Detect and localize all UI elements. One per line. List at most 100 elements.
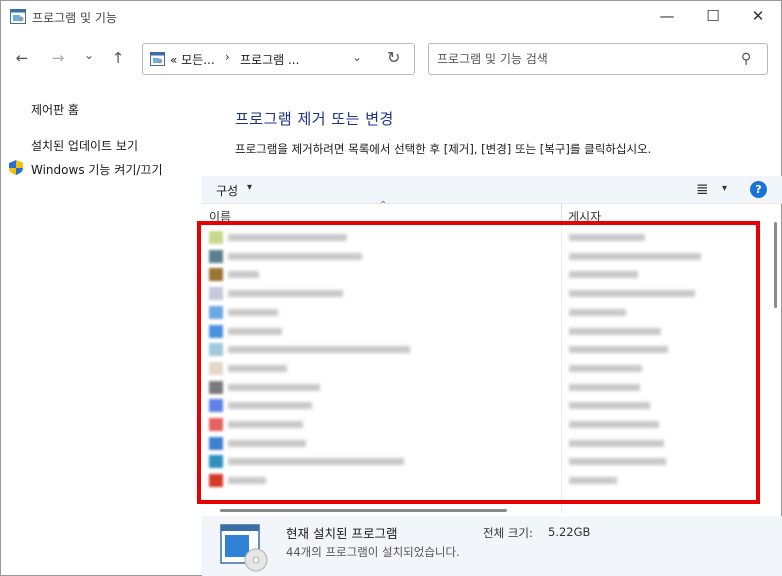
program-name-blurred [228,308,278,316]
page-title: 프로그램 제거 또는 변경 [235,110,394,128]
program-row[interactable] [202,266,772,283]
sidebar-item-control-panel-home[interactable]: 제어판 홈 [31,101,79,118]
search-input[interactable] [437,50,727,68]
program-name-blurred [228,402,312,410]
title-bar: 프로그램 및 기능 — ☐ ✕ [1,1,781,33]
scrollbar-thumb[interactable] [774,222,777,308]
program-row[interactable] [202,248,772,265]
program-row[interactable] [202,285,772,302]
program-row[interactable] [202,304,772,321]
installed-programs-title: 현재 설치된 프로그램 [286,526,398,541]
address-bar[interactable]: « 모든... › 프로그램 ... ⌄ ↻ [142,43,415,75]
program-icon [209,324,223,338]
details-pane: 현재 설치된 프로그램 44개의 프로그램이 설치되었습니다. 전체 크기: 5… [202,516,782,576]
program-publisher-blurred [569,234,645,241]
horizontal-scrollbar-thumb[interactable] [220,509,507,512]
program-icon [209,249,223,263]
program-row[interactable] [202,360,772,377]
program-icon [209,436,223,450]
program-name-blurred [228,383,320,391]
program-name-blurred [228,458,404,466]
up-button[interactable]: ↑ [107,47,129,69]
sidebar-item-installed-updates[interactable]: 설치된 업데이트 보기 [31,137,138,154]
program-name-blurred [228,327,282,335]
program-row[interactable] [202,323,772,340]
organize-caret-icon[interactable]: ▾ [247,182,252,193]
program-name-blurred [228,421,303,428]
installed-programs-count: 44개의 프로그램이 설치되었습니다. [286,545,460,559]
program-row[interactable] [202,416,772,433]
sort-ascending-icon: ⌃ [379,200,388,211]
sidebar-item-windows-features[interactable]: Windows 기능 켜기/끄기 [31,161,162,178]
forward-button[interactable]: → [47,47,69,69]
view-options-icon[interactable]: ≣ [696,180,709,198]
program-publisher-blurred [569,383,640,391]
recent-locations-button[interactable]: ⌄ [78,44,100,66]
programs-and-features-window: 프로그램 및 기능 — ☐ ✕ ← → ⌄ ↑ « 모든... › 프로그램 .… [0,0,782,576]
page-description: 프로그램을 제거하려면 목록에서 선택한 후 [제거], [변경] 또는 [복구… [235,142,652,156]
view-caret-icon[interactable]: ▾ [722,183,727,194]
program-row[interactable] [202,229,772,246]
program-publisher-blurred [569,402,650,410]
minimize-button[interactable]: — [644,1,690,31]
program-publisher-blurred [569,290,695,298]
program-publisher-blurred [569,477,617,485]
program-publisher-blurred [569,346,668,354]
program-name-blurred [228,364,287,372]
search-box[interactable]: ⚲ [428,43,768,75]
window-title: 프로그램 및 기능 [32,11,117,25]
installed-programs-icon [220,524,268,572]
program-publisher-blurred [569,271,638,279]
control-panel-icon [10,9,26,24]
program-name-blurred [228,477,266,485]
program-publisher-blurred [569,252,701,260]
program-name-blurred [228,252,362,260]
program-icon [209,455,223,469]
column-divider[interactable] [561,204,562,221]
sidebar: 제어판 홈 설치된 업데이트 보기 Windows 기능 켜기/끄기 [1,85,201,575]
program-row[interactable] [202,379,772,396]
command-toolbar: 구성 ▾ ≣ ▾ ? [202,176,782,204]
program-row[interactable] [202,453,772,470]
control-panel-icon [150,52,165,66]
program-publisher-blurred [569,458,666,466]
program-icon [209,418,223,431]
program-icon [209,380,223,394]
program-icon [209,474,223,488]
program-icon [209,399,223,413]
breadcrumb-separator-icon: › [225,50,230,64]
vertical-scrollbar[interactable] [771,204,781,512]
help-icon[interactable]: ? [750,181,767,198]
column-header-row: ⌃ 이름 게시자 [202,200,772,224]
program-name-blurred [228,234,347,241]
program-publisher-blurred [569,327,661,335]
program-icon [209,287,223,301]
maximize-button[interactable]: ☐ [690,1,736,31]
breadcrumb-all-items[interactable]: « 모든... [170,51,215,68]
program-name-blurred [228,271,259,279]
program-icon [209,343,223,357]
search-icon[interactable]: ⚲ [741,51,751,67]
total-size-value: 5.22GB [548,525,591,539]
program-row[interactable] [202,397,772,414]
total-size-label: 전체 크기: [483,526,533,540]
program-name-blurred [228,439,306,447]
program-icon [209,231,223,244]
address-dropdown-icon[interactable]: ⌄ [352,50,362,64]
program-publisher-blurred [569,308,626,316]
program-publisher-blurred [569,421,659,428]
program-icon [209,361,223,375]
program-row[interactable] [202,341,772,358]
breadcrumb-programs[interactable]: 프로그램 ... [240,51,299,68]
program-publisher-blurred [569,364,642,372]
program-list[interactable] [202,221,772,513]
program-publisher-blurred [569,439,664,447]
organize-button[interactable]: 구성 [216,182,238,199]
program-icon [209,305,223,319]
program-row[interactable] [202,435,772,452]
back-button[interactable]: ← [11,47,33,69]
program-name-blurred [228,290,343,298]
close-button[interactable]: ✕ [735,1,781,31]
refresh-icon[interactable]: ↻ [387,48,400,67]
program-row[interactable] [202,472,772,489]
